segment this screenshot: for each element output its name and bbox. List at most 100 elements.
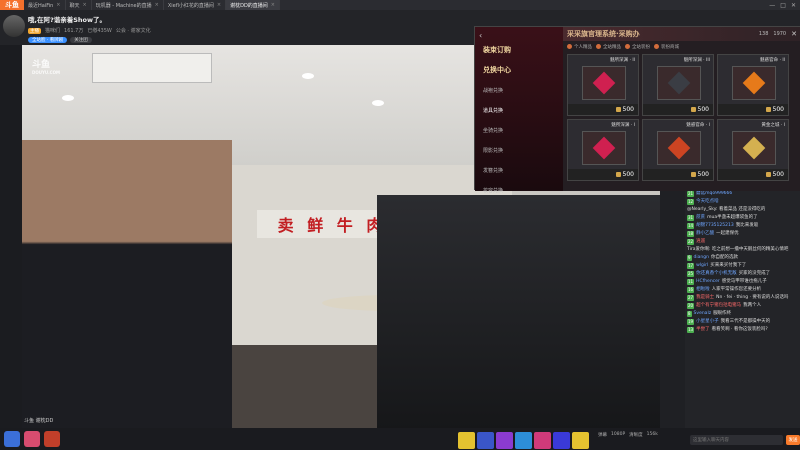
chat-username[interactable]: 静小乙酸	[696, 231, 714, 237]
store-tab[interactable]: 个人精品	[567, 43, 592, 50]
chat-text: @Nearly_Sky: 看着菜品 还是没得吃的	[687, 207, 766, 212]
gift-item-icon[interactable]	[477, 432, 494, 449]
maximize-icon[interactable]: □	[780, 2, 786, 9]
item-image	[657, 131, 701, 165]
follow-group-button[interactable]: 关注团	[70, 37, 92, 43]
guild-label[interactable]: 公会 · 谢家文化	[116, 27, 151, 34]
chat-message: 19 小星星小子 我看三代不是都操中天的	[685, 318, 800, 326]
store-tab[interactable]: 全站精品	[596, 43, 621, 50]
chat-username[interactable]: 超个有宁猪包括电猪马	[696, 303, 741, 309]
yuwan-icon[interactable]	[44, 431, 60, 447]
store-nav-robe[interactable]: 战袍兑换	[475, 80, 563, 100]
chat-username[interactable]: 相啦啦	[696, 287, 710, 293]
quality-label[interactable]: 清晰度	[629, 432, 643, 438]
chat-username[interactable]: 今天吃点啥	[696, 199, 719, 205]
close-icon[interactable]: ×	[155, 2, 159, 8]
chat-username[interactable]: 我是骑士	[696, 295, 714, 301]
chat-message: 31 蔗蔗 mua半盏未超爆袋鱼的了	[685, 214, 800, 222]
send-button[interactable]: 发送	[786, 435, 800, 445]
store-nav-props[interactable]: 道具兑换	[475, 100, 563, 120]
resolution-select[interactable]: 1080P	[611, 432, 625, 438]
close-icon[interactable]: ×	[217, 2, 221, 8]
video-light	[62, 95, 74, 101]
chat-username[interactable]: HCfhencer	[696, 279, 720, 285]
item-price: 500	[568, 104, 638, 115]
gift-bar	[458, 432, 589, 449]
window-controls: — □ ✕	[769, 2, 800, 9]
gift-item-icon[interactable]	[553, 432, 570, 449]
item-price: 500	[718, 104, 788, 115]
store-nav-costume[interactable]: 装束订购	[475, 40, 563, 60]
video-light	[372, 100, 384, 106]
streamer-avatar[interactable]	[3, 15, 25, 37]
level-badge: 16	[687, 287, 695, 293]
store-nav-hairpin[interactable]: 发簪兑换	[475, 160, 563, 180]
item-price: 500	[568, 169, 638, 180]
level-badge: 25	[687, 271, 695, 277]
store-item-card[interactable]: 魅所深渊 · II 500	[567, 54, 639, 116]
fans-badge-icon[interactable]	[4, 431, 20, 447]
store-item-card[interactable]: 黄金之城 · I 500	[717, 119, 789, 181]
store-nav-makeup[interactable]: 妆容兑换	[475, 180, 563, 200]
gift-item-icon[interactable]	[534, 432, 551, 449]
store-item-card[interactable]: 魅所深渊 · I 500	[567, 119, 639, 181]
chat-message: 13 半尝了 看看笑啊 · 看你这饭装脸吗?	[685, 326, 800, 334]
close-window-icon[interactable]: ✕	[791, 2, 796, 9]
chat-username[interactable]: 小星星小子	[696, 319, 719, 325]
close-icon[interactable]: ×	[83, 2, 87, 8]
minimize-icon[interactable]: —	[769, 2, 775, 9]
item-gem-icon	[667, 136, 691, 160]
item-gem-icon	[742, 136, 766, 160]
store-tab[interactable]: 装扮商城	[654, 43, 679, 50]
close-icon[interactable]: ×	[56, 2, 60, 8]
gift-item-icon[interactable]	[496, 432, 513, 449]
store-close-icon[interactable]: ✕	[791, 30, 797, 38]
chat-input[interactable]: 这里输入聊天内容	[690, 435, 783, 445]
chat-text: 买来来买付我下了	[710, 263, 747, 268]
close-icon[interactable]: ×	[271, 2, 275, 8]
tab-xiefl[interactable]: Xiefl小红花的直播间 ×	[164, 0, 227, 10]
store-item-card[interactable]: 魅所深渊 · III 500	[642, 54, 714, 116]
gift-item-icon[interactable]	[458, 432, 475, 449]
gift-icon[interactable]	[24, 431, 40, 447]
chat-text: mua半盏未超爆袋鱼的了	[707, 215, 758, 220]
store-nav-shadow[interactable]: 限影兑换	[475, 140, 563, 160]
chat-username[interactable]: 蘑菇mqo999666	[696, 191, 732, 197]
chat-username[interactable]: 蔗蔗	[696, 215, 705, 221]
chat-username[interactable]: diangn	[694, 255, 709, 261]
chat-username[interactable]: wlgirl	[696, 263, 708, 269]
gift-item-icon[interactable]	[572, 432, 589, 449]
tab-machine[interactable]: 玩机器 - Machine的直播 ×	[92, 0, 164, 10]
tab-haifin[interactable]: 最近HaiFin ×	[24, 0, 66, 10]
store-item-card[interactable]: 魅惑官命 · I 500	[642, 119, 714, 181]
store-tab[interactable]: 全站装扮	[625, 43, 650, 50]
level-badge: 11	[687, 279, 695, 285]
chat-username[interactable]: 半尝了	[696, 327, 710, 333]
tab-current-room[interactable]: 谢枕DD的直播间 ×	[226, 0, 280, 10]
chat-text: 人家平常操作您还要分析	[711, 287, 762, 292]
chat-message: 20 超个有宁猪包括电猪马 我两个人	[685, 302, 800, 310]
douyu-logo[interactable]: 斗鱼	[0, 0, 24, 10]
store-nav-mount[interactable]: 坐骑兑换	[475, 120, 563, 140]
follow-row: 全站脸 · 看牌剧 关注团	[28, 37, 151, 43]
badge2: 猫咪们	[45, 28, 61, 34]
item-image	[732, 131, 776, 165]
chat-username[interactable]: 逍遥	[696, 239, 705, 245]
level-badge: 31	[687, 215, 695, 221]
gift-item-icon[interactable]	[515, 432, 532, 449]
back-icon[interactable]: ‹	[475, 31, 563, 40]
chat-username[interactable]: 胡锦7735125213	[696, 223, 734, 229]
store-nav-exchange[interactable]: 兑换中心	[475, 60, 563, 80]
item-image	[582, 131, 626, 165]
store-item-card[interactable]: 魅惑官命 · II 500	[717, 54, 789, 116]
chat-panel: 21 蘑菇mqo999666 12 今天吃点啥 @Nearly_Sky: 看着菜品 还是…	[685, 190, 800, 428]
level-badge: 8	[687, 311, 692, 317]
video-ac-unit	[92, 53, 212, 83]
tab-chat[interactable]: 聊天 ×	[66, 0, 92, 10]
subscribe-button[interactable]: 全站脸 · 看牌剧	[28, 37, 68, 43]
chat-username[interactable]: 你还真香个小机无敌	[696, 271, 737, 277]
danmaku-toggle[interactable]: 弹幕	[598, 432, 607, 438]
currency-display: 138 1970	[759, 31, 786, 37]
tab-dot-icon	[567, 44, 572, 49]
chat-username[interactable]: Svenalz	[694, 311, 712, 317]
